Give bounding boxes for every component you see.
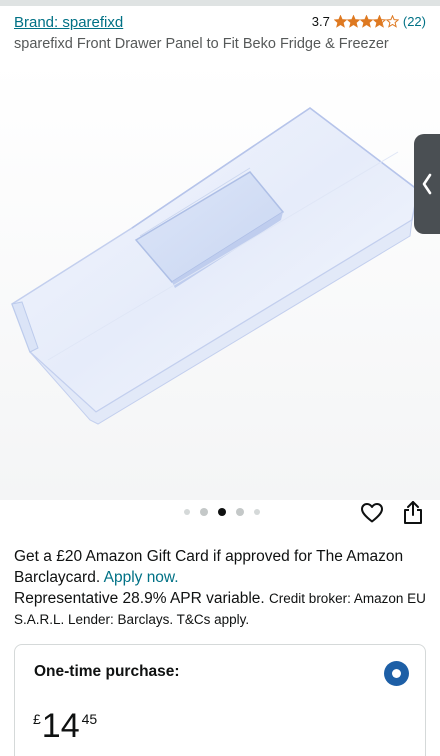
one-time-purchase-option[interactable]: One-time purchase: £ 14 45 (14, 644, 426, 756)
rating-value: 3.7 (311, 14, 330, 29)
pagination-dot-active[interactable] (218, 508, 226, 516)
product-title: sparefixd Front Drawer Panel to Fit Beko… (14, 36, 389, 52)
share-icon[interactable] (402, 499, 424, 525)
star-icon (359, 15, 373, 28)
purchase-radio-selected[interactable] (384, 661, 409, 686)
star-icon (385, 15, 399, 28)
star-icon (333, 15, 347, 28)
drawer-panel-image (11, 107, 419, 425)
rating-count[interactable]: (22) (403, 14, 426, 29)
price-currency: £ (33, 711, 41, 727)
pagination-dot[interactable] (200, 508, 208, 516)
price-fraction: 45 (81, 711, 98, 727)
price: £ 14 45 (33, 707, 97, 745)
product-image[interactable] (0, 60, 440, 500)
purchase-option-label: One-time purchase: (34, 663, 180, 680)
promo-offer-text: Get a £20 Amazon Gift Card if approved f… (14, 548, 404, 586)
brand-link[interactable]: Brand: sparefixd (14, 14, 123, 31)
top-divider (0, 0, 440, 6)
apply-now-link[interactable]: Apply now. (104, 569, 179, 586)
chevron-left-icon (422, 173, 432, 195)
side-panel-tab[interactable] (414, 134, 440, 234)
pagination-dot[interactable] (254, 509, 260, 515)
star-icon (372, 15, 386, 28)
credit-card-promo: Get a £20 Amazon Gift Card if approved f… (14, 546, 430, 630)
apr-text: Representative 28.9% APR variable. (14, 590, 265, 607)
heart-icon[interactable] (360, 501, 384, 525)
rating-stars (333, 15, 399, 28)
rating-summary[interactable]: 3.7 (22) (312, 14, 426, 29)
price-whole: 14 (41, 707, 80, 745)
pagination-dot[interactable] (236, 508, 244, 516)
image-pagination-dots[interactable] (184, 508, 270, 516)
star-icon (346, 15, 360, 28)
pagination-dot[interactable] (184, 509, 190, 515)
